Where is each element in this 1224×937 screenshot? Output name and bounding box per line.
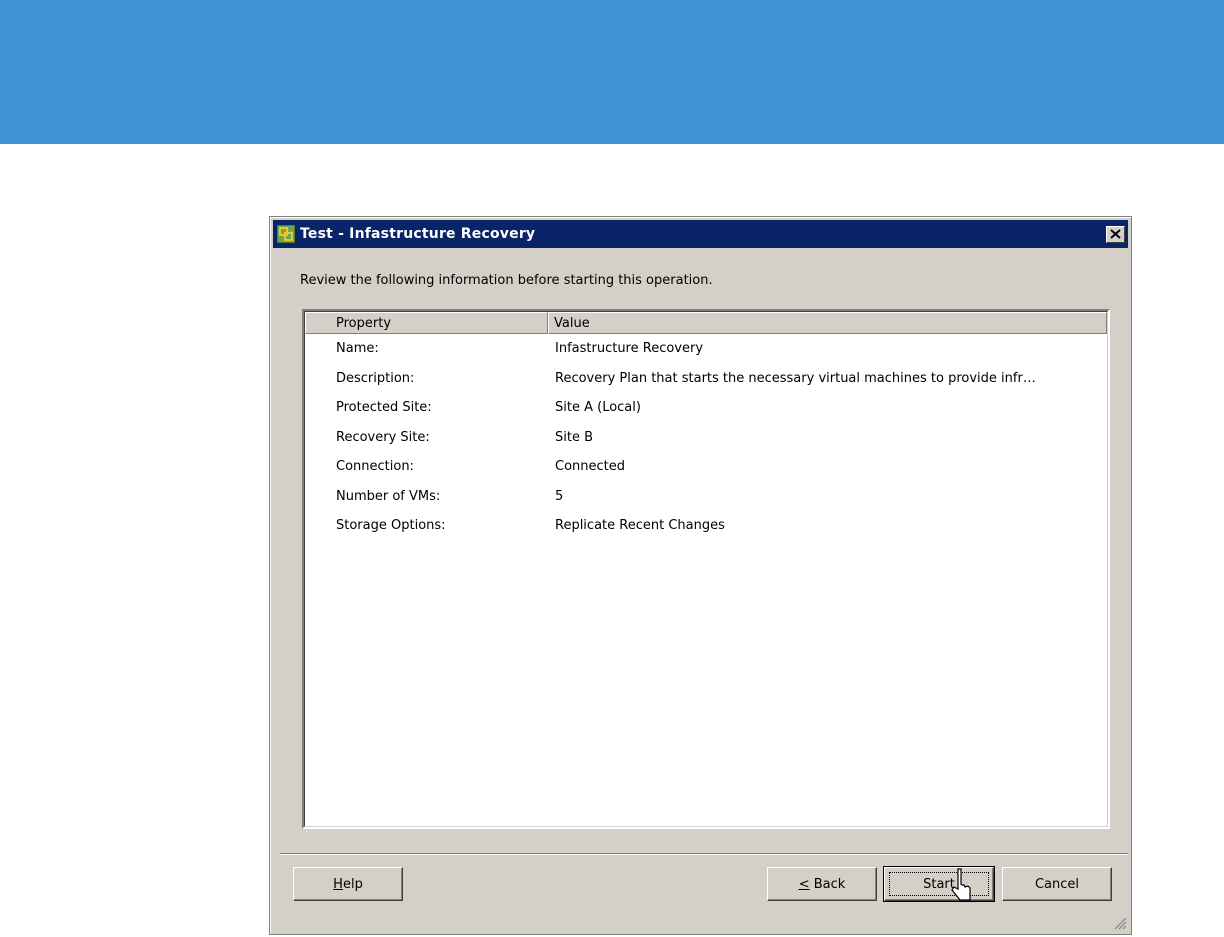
list-header: Property Value [305, 312, 1107, 334]
table-row[interactable]: Storage Options: Replicate Recent Changes [305, 511, 1107, 541]
resize-grip-icon[interactable] [1113, 916, 1127, 930]
help-button[interactable]: Help [293, 867, 403, 901]
focus-ring [889, 872, 989, 896]
row-property: Connection: [336, 459, 414, 475]
table-row[interactable]: Number of VMs: 5 [305, 482, 1107, 512]
intro-text: Review the following information before … [300, 273, 713, 288]
column-header-property[interactable]: Property [305, 312, 548, 334]
row-value: Infastructure Recovery [555, 341, 704, 357]
table-row[interactable]: Description: Recovery Plan that starts th… [305, 364, 1107, 394]
row-value: Site B [555, 429, 594, 445]
row-value: Recovery Plan that starts the necessary … [555, 370, 1036, 386]
row-value: Connected [555, 459, 626, 475]
dialog-title: Test - Infastructure Recovery [300, 226, 536, 242]
row-property: Number of VMs: [336, 488, 441, 504]
table-row[interactable]: Recovery Site: Site B [305, 423, 1107, 453]
row-property: Recovery Site: [336, 429, 430, 445]
table-row[interactable]: Protected Site: Site A (Local) [305, 393, 1107, 423]
close-button[interactable] [1106, 225, 1125, 243]
dialog-titlebar[interactable]: Test - Infastructure Recovery [273, 220, 1128, 248]
footer-separator [280, 853, 1128, 855]
row-property: Storage Options: [336, 518, 446, 534]
help-button-mnemonic: H [333, 876, 343, 892]
cancel-button-label: Cancel [1034, 876, 1080, 892]
row-property: Protected Site: [336, 400, 432, 416]
table-row[interactable]: Name: Infastructure Recovery [305, 334, 1107, 364]
back-button-label: Back [809, 876, 846, 892]
back-button-mnemonic: < [798, 876, 810, 892]
start-button[interactable]: Start [883, 866, 995, 902]
row-value: Site A (Local) [555, 400, 641, 416]
row-property: Name: [336, 341, 379, 357]
list-body: Name: Infastructure Recovery Description: R… [305, 334, 1107, 541]
back-button[interactable]: < Back [767, 867, 877, 901]
vsphere-app-icon [276, 224, 296, 244]
mouse-pointer-icon [951, 868, 971, 901]
help-button-label: elp [342, 876, 363, 892]
cancel-button[interactable]: Cancel [1002, 867, 1112, 901]
close-icon [1110, 229, 1121, 239]
property-list[interactable]: Property Value Name: Infastructure Recove… [301, 308, 1111, 830]
recovery-dialog: Test - Infastructure Recovery Review the… [269, 216, 1132, 935]
row-value: 5 [555, 488, 564, 504]
row-value: Replicate Recent Changes [555, 518, 725, 534]
header-banner [0, 0, 1224, 144]
table-row[interactable]: Connection: Connected [305, 452, 1107, 482]
row-property: Description: [336, 370, 415, 386]
column-header-value[interactable]: Value [548, 312, 1107, 334]
